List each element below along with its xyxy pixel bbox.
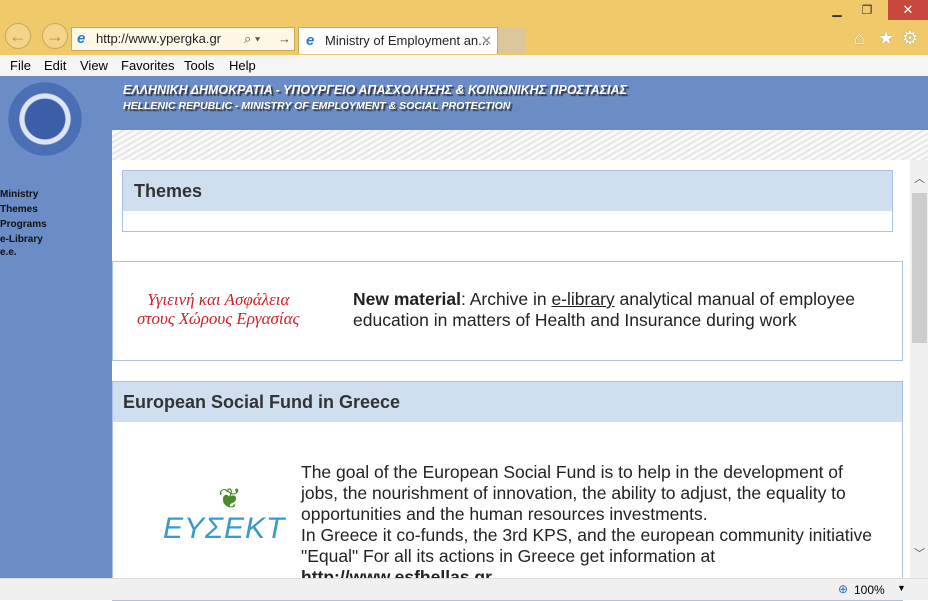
esf-p1: The goal of the European Social Fund is …: [301, 462, 846, 524]
news-text: New material: Archive in e-library analy…: [353, 289, 893, 331]
favorites-star-icon[interactable]: ★: [878, 28, 894, 49]
sidebar-item-ministry[interactable]: Ministry: [0, 189, 38, 200]
menu-bar: File Edit View Favorites Tools Help: [0, 55, 928, 76]
scroll-up-icon[interactable]: ︿: [914, 170, 925, 186]
ie-icon: e: [77, 30, 86, 47]
url-text: http://www.ypergka.gr: [96, 31, 221, 46]
go-arrow-icon[interactable]: →: [278, 28, 291, 50]
zoom-level[interactable]: 100%: [854, 583, 885, 597]
new-tab-button[interactable]: [498, 27, 526, 54]
news-box: Υγιεινή και Ασφάλεια στους Χώρους Εργασί…: [112, 261, 903, 361]
header-english-title: HELLENIC REPUBLIC - MINISTRY OF EMPLOYME…: [123, 100, 511, 112]
olive-branch-icon: ❦: [218, 483, 242, 514]
zoom-icon[interactable]: ⊕: [838, 582, 848, 596]
greek-state-seal-logo: [8, 82, 82, 156]
browser-tab[interactable]: e Ministry of Employment an... ✕: [298, 27, 498, 54]
site-header: ΕΛΛΗΝΙΚΗ ΔΗΜΟΚΡΑΤΙΑ - ΥΠΟΥΡΓΕΙΟ ΑΠΑΣΧΟΛΗ…: [112, 76, 928, 130]
themes-title: Themes: [123, 171, 892, 211]
menu-view[interactable]: View: [80, 55, 108, 76]
minimize-button[interactable]: ▁: [822, 0, 852, 20]
sidebar-item-ee[interactable]: e.e.: [0, 247, 17, 258]
sidebar-item-programs[interactable]: Programs: [0, 219, 47, 230]
menu-file[interactable]: File: [10, 55, 31, 76]
esf-paragraph: The goal of the European Social Fund is …: [301, 462, 876, 588]
settings-gear-icon[interactable]: ⚙: [902, 28, 918, 49]
header-greek-title: ΕΛΛΗΝΙΚΗ ΔΗΜΟΚΡΑΤΙΑ - ΥΠΟΥΡΓΕΙΟ ΑΠΑΣΧΟΛΗ…: [123, 83, 627, 97]
e-library-link[interactable]: e-library: [551, 289, 614, 309]
tab-title: Ministry of Employment an...: [325, 33, 489, 48]
news-pre: : Archive in: [460, 289, 552, 309]
news-bold: New material: [353, 289, 461, 309]
restore-button[interactable]: ❐: [852, 0, 882, 20]
esf-logo[interactable]: ΕΥΣΕΚΤ: [163, 512, 285, 546]
sidebar-item-e-library[interactable]: e-Library: [0, 234, 43, 245]
menu-edit[interactable]: Edit: [44, 55, 66, 76]
health-safety-logo[interactable]: Υγιεινή και Ασφάλεια στους Χώρους Εργασί…: [137, 290, 299, 328]
menu-help[interactable]: Help: [229, 55, 256, 76]
forward-button[interactable]: →: [42, 23, 68, 49]
status-bar: ⊕ 100% ▼: [0, 578, 928, 600]
header-texture: [112, 130, 928, 160]
zoom-dropdown-icon[interactable]: ▼: [897, 583, 906, 593]
back-button[interactable]: ←: [5, 23, 31, 49]
address-bar[interactable]: e http://www.ypergka.gr ⌕ ▾ →: [71, 27, 295, 51]
esf-p2: In Greece it co-funds, the 3rd KPS, and …: [301, 525, 873, 566]
logo-line-2: στους Χώρους Εργασίας: [137, 309, 300, 328]
scroll-down-icon[interactable]: ﹀: [914, 545, 925, 561]
themes-box: Themes: [122, 170, 893, 232]
logo-line-1: Υγιεινή και Ασφάλεια: [147, 290, 290, 309]
esf-box: European Social Fund in Greece ΕΥΣΕΚΤ ❦ …: [112, 381, 903, 601]
menu-tools[interactable]: Tools: [184, 55, 214, 76]
sidebar-item-themes[interactable]: Themes: [0, 204, 38, 215]
close-tab-icon[interactable]: ✕: [481, 28, 492, 54]
close-window-button[interactable]: ✕: [888, 0, 928, 20]
esf-title: European Social Fund in Greece: [113, 382, 902, 422]
home-icon[interactable]: ⌂: [854, 28, 865, 49]
search-icon[interactable]: ⌕ ▾: [244, 28, 260, 50]
scrollbar-thumb[interactable]: [912, 193, 927, 343]
menu-favorites[interactable]: Favorites: [121, 55, 174, 76]
ie-icon: e: [306, 32, 315, 49]
